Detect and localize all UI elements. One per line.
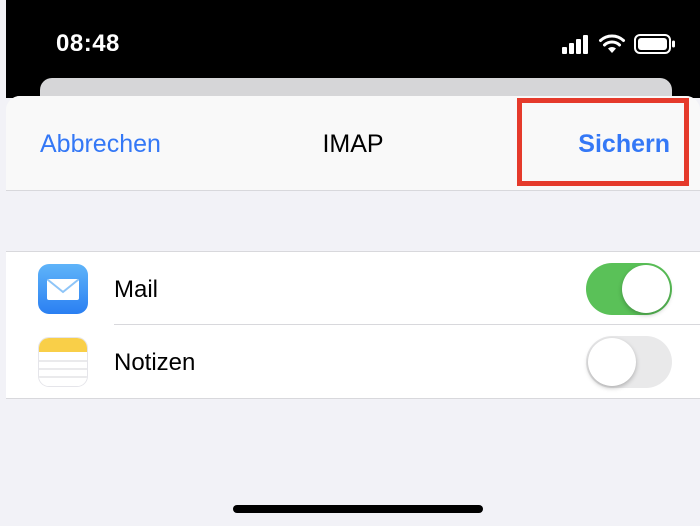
status-time: 08:48 (56, 30, 120, 57)
screen: 08:48 Abbrechen IMAP Sichern Mail Notize… (0, 0, 700, 526)
mail-app-icon (38, 264, 88, 314)
services-list: Mail Notizen (6, 251, 700, 399)
home-indicator (233, 505, 483, 513)
notes-app-icon (38, 337, 88, 387)
notes-toggle[interactable] (586, 336, 672, 388)
save-button-highlight (517, 98, 689, 186)
notes-toggle-knob (588, 338, 636, 386)
wifi-icon (598, 34, 626, 59)
mail-toggle-knob (622, 265, 670, 313)
cellular-signal-icon (562, 34, 590, 59)
status-icons (562, 34, 676, 59)
imap-sheet: Abbrechen IMAP Sichern Mail Notizen (6, 96, 700, 526)
battery-icon (634, 34, 676, 59)
mail-toggle[interactable] (586, 263, 672, 315)
list-item-notes: Notizen (6, 325, 700, 398)
navigation-bar: Abbrechen IMAP Sichern (6, 96, 700, 191)
mail-label: Mail (114, 276, 159, 303)
list-item-mail: Mail (6, 252, 700, 325)
notes-label: Notizen (114, 349, 196, 376)
